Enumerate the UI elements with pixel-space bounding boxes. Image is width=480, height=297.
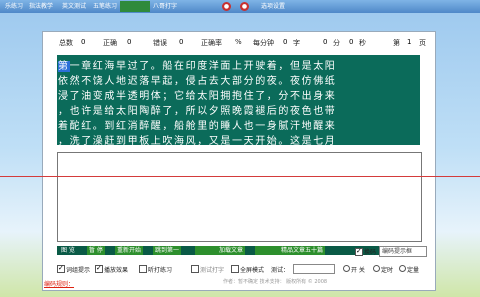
speed-unit: 字 xyxy=(293,39,300,47)
test-label: 测试： xyxy=(271,267,290,274)
radio-onoff[interactable] xyxy=(343,265,350,272)
sound-label: 播放效果 xyxy=(104,267,129,274)
page-value: 1 xyxy=(407,38,412,46)
red-guide-line xyxy=(0,176,480,177)
page-prefix: 第 xyxy=(393,39,400,47)
toolbar-blank-2[interactable] xyxy=(255,246,279,255)
text-line: 依然不饶人地迟落早起，侵占去大部分的夜。夜仿佛纸 xyxy=(58,76,337,87)
wrong-label: 错误 xyxy=(153,39,167,47)
fullscreen-checkbox[interactable] xyxy=(231,265,239,273)
text-line-rest: 一章红海早过了。船在印度洋面上开驶着，但是太阳 xyxy=(69,61,337,72)
red-icon-2[interactable]: ● xyxy=(240,2,249,11)
text-line: 浸了油变成半透明体；它给太阳拥抱住了，分不出身来 xyxy=(58,91,337,102)
seconds-label: 秒 xyxy=(359,39,366,47)
page-suffix: 页 xyxy=(419,39,426,47)
tab-wubi[interactable]: 五笔练习 xyxy=(90,1,120,12)
stats-bar: 总数 0 正确 0 错误 0 正确率 % 每分钟 0 字 0 分 0 秒 第 1… xyxy=(43,38,435,48)
word-hint-label: 词组提示 xyxy=(66,267,91,274)
code-checkbox[interactable] xyxy=(355,247,363,256)
tab-practice[interactable]: 乐练习 xyxy=(2,1,26,12)
articles-button[interactable]: 精品文章五十篇 xyxy=(279,246,326,255)
typing-input-area[interactable] xyxy=(57,152,422,242)
rate-unit: % xyxy=(235,38,242,46)
radio-timed-label: 定时 xyxy=(381,267,394,274)
rate-label: 正确率 xyxy=(201,39,222,47)
pause-button[interactable]: 暂 停 xyxy=(87,246,105,255)
source-text-area: 第一章红海早过了。船在印度洋面上开驶着，但是太阳 依然不饶人地迟落早起，侵占去大… xyxy=(57,55,420,145)
typing-panel: 总数 0 正确 0 错误 0 正确率 % 每分钟 0 字 0 分 0 秒 第 1… xyxy=(42,31,436,291)
toolbar-blank[interactable] xyxy=(195,246,217,255)
hint-text: 编码提示框 xyxy=(382,248,413,255)
hint-field[interactable]: 编码提示框 xyxy=(379,246,427,257)
minutes-value: 0 xyxy=(323,38,328,46)
wrong-value: 0 xyxy=(179,38,184,46)
text-line: 着酡红。到红消醉醒，船舱里的睡人也一身腻汗地醒来 xyxy=(58,121,337,132)
encoding-rules-link[interactable]: 编码规则： xyxy=(44,279,74,288)
radio-quantity[interactable] xyxy=(399,265,406,272)
radio-timed[interactable] xyxy=(373,265,380,272)
toolbar-view[interactable]: 图 览 xyxy=(59,246,77,255)
speed-label: 每分钟 xyxy=(253,39,274,47)
test-typing-label: 测试打字 xyxy=(200,267,225,274)
correct-label: 正确 xyxy=(103,39,117,47)
seconds-value: 0 xyxy=(349,38,354,46)
sound-checkbox[interactable] xyxy=(95,264,103,273)
tab-bage[interactable]: 八哥打字 xyxy=(150,1,180,12)
radio-onoff-label: 开 关 xyxy=(351,267,365,274)
fullscreen-label: 全屏模式 xyxy=(240,267,265,274)
tab-active[interactable] xyxy=(120,1,150,12)
dictation-label: 听打练习 xyxy=(148,267,173,274)
word-hint-checkbox[interactable] xyxy=(57,264,65,273)
total-value: 0 xyxy=(81,38,86,46)
test-typing-checkbox[interactable] xyxy=(191,265,199,273)
speed-value: 0 xyxy=(283,38,288,46)
tab-fingering[interactable]: 指法教学 xyxy=(26,1,56,12)
correct-value: 0 xyxy=(127,38,132,46)
jump-first-button[interactable]: 跳到第一 xyxy=(153,246,182,255)
current-char: 第 xyxy=(58,61,70,72)
text-line: 第一章红海早过了。船在印度洋面上开驶着，但是太阳 xyxy=(58,57,336,72)
text-line: ，洗了澡赶到甲板上吹海风，又是一天开始。这是七月 xyxy=(58,136,337,145)
tab-options[interactable]: 选项设置 xyxy=(258,1,288,12)
text-line: ，也许是给太阳陶醉了，所以夕照晚霞褪后的夜色也带 xyxy=(58,106,337,117)
red-icon-1[interactable]: ● xyxy=(222,2,231,11)
code-checkbox-label: 换码 xyxy=(364,249,377,256)
restart-button[interactable]: 重新开始 xyxy=(115,246,144,255)
tab-english-test[interactable]: 英文测试 xyxy=(59,1,89,12)
footer-text: 作者：暂不确定 技术支持： 版权所有 © 2008 xyxy=(223,279,328,285)
radio-quantity-label: 定量 xyxy=(407,267,420,274)
load-article-button[interactable]: 加载文章 xyxy=(217,246,246,255)
title-bar: 乐练习 指法教学 英文测试 五笔练习 八哥打字 ● ● 选项设置 xyxy=(0,0,480,13)
test-field[interactable] xyxy=(293,264,335,274)
total-label: 总数 xyxy=(59,39,73,47)
dictation-checkbox[interactable] xyxy=(139,265,147,273)
minutes-label: 分 xyxy=(333,39,340,47)
